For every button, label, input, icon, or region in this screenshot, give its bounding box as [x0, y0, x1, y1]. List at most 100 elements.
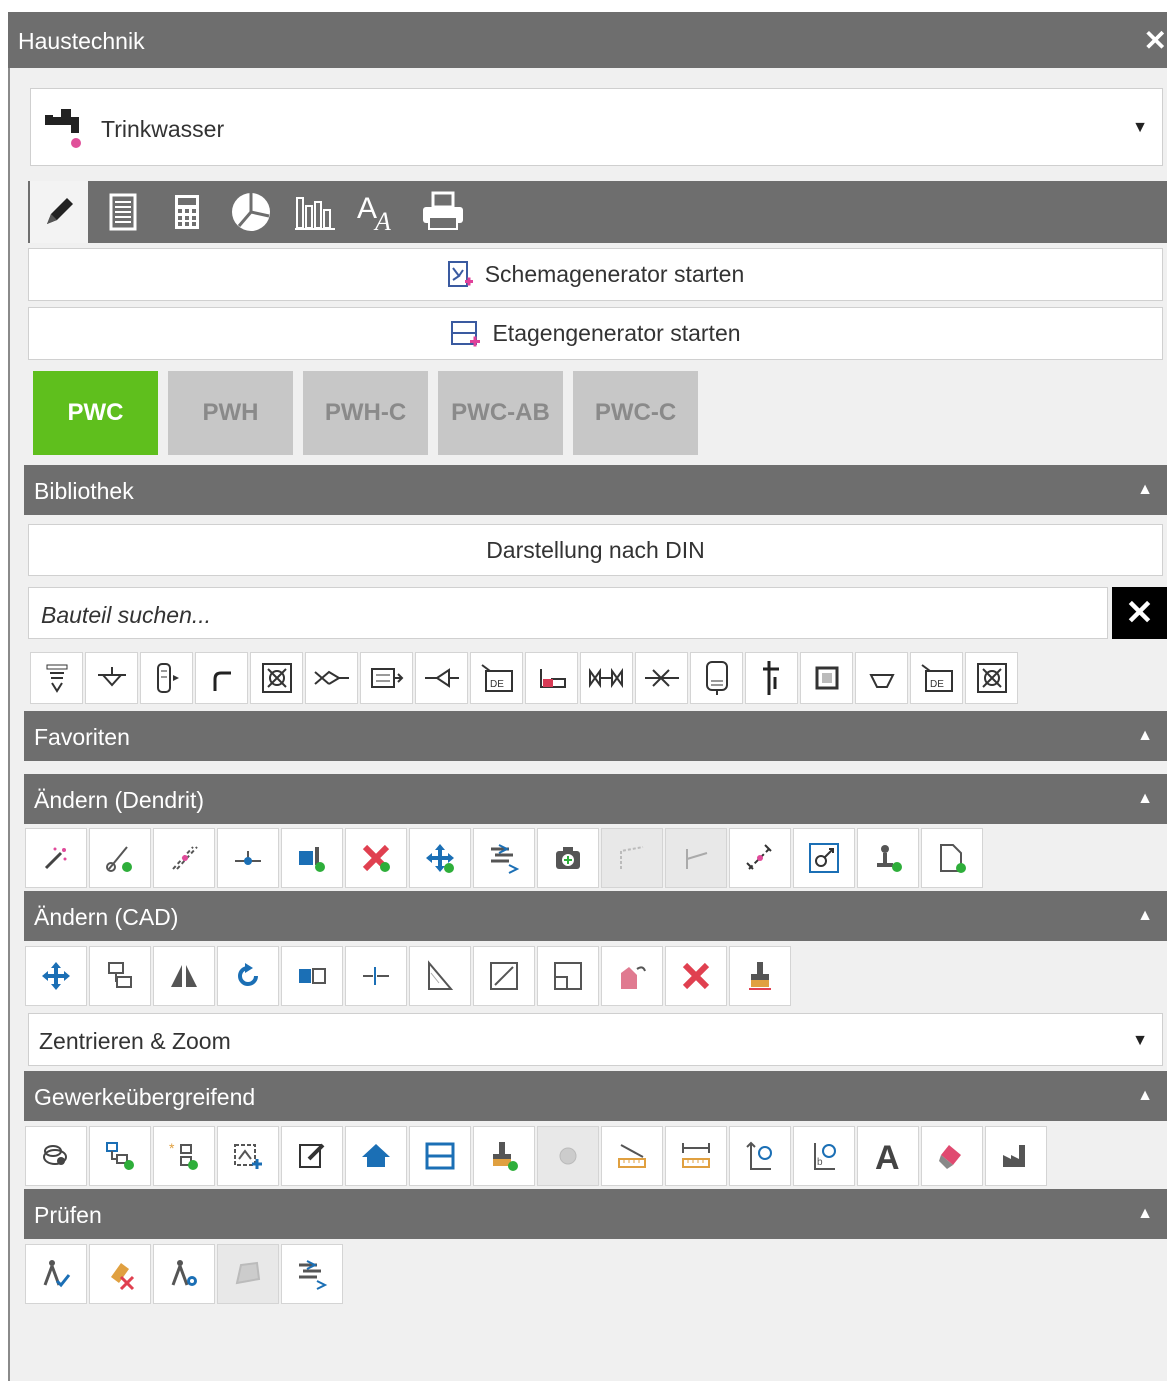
zone-button-pwc-c[interactable]: PWC-C [573, 371, 698, 455]
document-add-icon[interactable] [921, 828, 983, 888]
zone-button-pwc-ab[interactable]: PWC-AB [438, 371, 563, 455]
section-header-favoriten[interactable]: Favoriten ▲ [24, 711, 1167, 761]
lib-tank-icon[interactable] [140, 652, 193, 704]
section-header-aendern-cad[interactable]: Ändern (CAD) ▲ [24, 891, 1167, 941]
tab-bar-chart[interactable] [286, 181, 344, 243]
svg-text:*: * [169, 1140, 175, 1156]
tab-pie-chart[interactable] [222, 181, 280, 243]
lib-elbow-icon[interactable] [195, 652, 248, 704]
lib-gate-valve-icon[interactable] [635, 652, 688, 704]
tab-calculator[interactable] [158, 181, 216, 243]
eraser-delete-icon[interactable] [89, 1244, 151, 1304]
fitting-add-icon[interactable] [281, 828, 343, 888]
branch-disabled-icon[interactable] [665, 828, 727, 888]
shape-disabled-icon[interactable] [217, 1244, 279, 1304]
lib-valve-icon[interactable] [85, 652, 138, 704]
hierarchy-star-icon[interactable]: * [153, 1126, 215, 1186]
lib-fixture-icon[interactable] [525, 652, 578, 704]
rotate-icon[interactable] [217, 946, 279, 1006]
paint-bucket-icon[interactable] [601, 946, 663, 1006]
redistribute-check-icon[interactable] [281, 1244, 343, 1304]
height-refresh-icon[interactable] [729, 1126, 791, 1186]
stretch-icon[interactable] [281, 946, 343, 1006]
edit-link-icon[interactable] [793, 828, 855, 888]
tab-list[interactable] [94, 181, 152, 243]
lib-boiler-icon[interactable] [690, 652, 743, 704]
collapse-up-icon: ▲ [1137, 727, 1153, 744]
lib-box-valve2-icon[interactable] [965, 652, 1018, 704]
section-title: Bibliothek [34, 478, 134, 504]
zone-button-pwc[interactable]: PWC [33, 371, 158, 455]
lib-meter-icon[interactable] [800, 652, 853, 704]
close-icon[interactable]: ✕ [1144, 24, 1167, 57]
region-add-icon[interactable] [217, 1126, 279, 1186]
text-icon[interactable]: A [857, 1126, 919, 1186]
edit-note-icon[interactable] [281, 1126, 343, 1186]
zoom-dropdown[interactable]: Zentrieren & Zoom ▼ [28, 1013, 1163, 1066]
move-icon[interactable] [25, 946, 87, 1006]
tab-printer[interactable] [414, 181, 472, 243]
zone-button-pwh-c[interactable]: PWH-C [303, 371, 428, 455]
copy-icon[interactable] [89, 946, 151, 1006]
delete-icon[interactable] [665, 946, 727, 1006]
lib-reducer-icon[interactable] [305, 652, 358, 704]
medium-dropdown[interactable]: Trinkwasser ▼ [30, 88, 1163, 166]
lib-pump-icon[interactable] [360, 652, 413, 704]
eraser-icon[interactable] [921, 1126, 983, 1186]
hatch-icon[interactable] [409, 946, 471, 1006]
schemagenerator-button[interactable]: Schemagenerator starten [28, 248, 1163, 301]
rectangle-icon[interactable] [537, 946, 599, 1006]
floor-split-icon[interactable] [409, 1126, 471, 1186]
zone-button-pwh[interactable]: PWH [168, 371, 293, 455]
lib-riser-icon[interactable] [745, 652, 798, 704]
lib-box-valve-icon[interactable] [250, 652, 303, 704]
section-header-gewerk[interactable]: Gewerkeübergreifend ▲ [24, 1071, 1167, 1121]
search-placeholder: Bauteil suchen... [41, 602, 212, 628]
pencil-icon [47, 198, 73, 224]
factory-icon[interactable] [985, 1126, 1047, 1186]
clear-search-button[interactable]: ✕ [1112, 587, 1167, 639]
delete-red-icon[interactable] [345, 828, 407, 888]
ruler-area-icon[interactable] [601, 1126, 663, 1186]
lib-double-valve-icon[interactable] [580, 652, 633, 704]
tab-pencil[interactable] [30, 181, 88, 243]
stamp-add-icon[interactable] [857, 828, 919, 888]
section-header-aendern-dendrit[interactable]: Ändern (Dendrit) ▲ [24, 774, 1167, 824]
connect-points-icon[interactable] [729, 828, 791, 888]
medium-label: Trinkwasser [101, 116, 225, 142]
floor-generator-icon [450, 319, 482, 349]
compass-settings-icon[interactable] [153, 1244, 215, 1304]
corner-icon[interactable] [473, 946, 535, 1006]
angle-disabled-icon[interactable] [601, 828, 663, 888]
add-component-icon[interactable] [537, 828, 599, 888]
dimension-icon[interactable] [665, 1126, 727, 1186]
compass-check-icon[interactable] [25, 1244, 87, 1304]
magic-wand-icon[interactable] [25, 828, 87, 888]
section-header-pruefen[interactable]: Prüfen ▲ [24, 1189, 1167, 1239]
pipe-segments-icon[interactable] [153, 828, 215, 888]
redistribute-icon[interactable] [473, 828, 535, 888]
mirror-icon[interactable] [153, 946, 215, 1006]
move-blue-icon[interactable] [409, 828, 471, 888]
svg-text:DE: DE [930, 679, 944, 690]
lib-check-valve-icon[interactable] [415, 652, 468, 704]
lib-heater-icon[interactable]: DE [470, 652, 523, 704]
section-header-bibliothek[interactable]: Bibliothek ▲ [24, 465, 1167, 515]
height-sync-icon[interactable]: b [793, 1126, 855, 1186]
hierarchy-add-icon[interactable] [89, 1126, 151, 1186]
pipe-add-icon[interactable] [89, 828, 151, 888]
component-search-input[interactable]: Bauteil suchen... [28, 587, 1108, 639]
lib-heater2-icon[interactable]: DE [910, 652, 963, 704]
layer-settings-icon[interactable] [25, 1126, 87, 1186]
trim-icon[interactable] [345, 946, 407, 1006]
etagengenerator-button[interactable]: Etagengenerator starten [28, 307, 1163, 360]
brush-icon[interactable] [729, 946, 791, 1006]
home-icon[interactable] [345, 1126, 407, 1186]
display-mode-button[interactable]: Darstellung nach DIN [28, 524, 1163, 576]
split-point-icon[interactable] [217, 828, 279, 888]
lib-drain-icon[interactable] [855, 652, 908, 704]
lib-hydrant-icon[interactable] [30, 652, 83, 704]
brush-add-icon[interactable] [473, 1126, 535, 1186]
tab-text-style[interactable]: AA [350, 181, 408, 243]
circle-disabled-icon[interactable] [537, 1126, 599, 1186]
